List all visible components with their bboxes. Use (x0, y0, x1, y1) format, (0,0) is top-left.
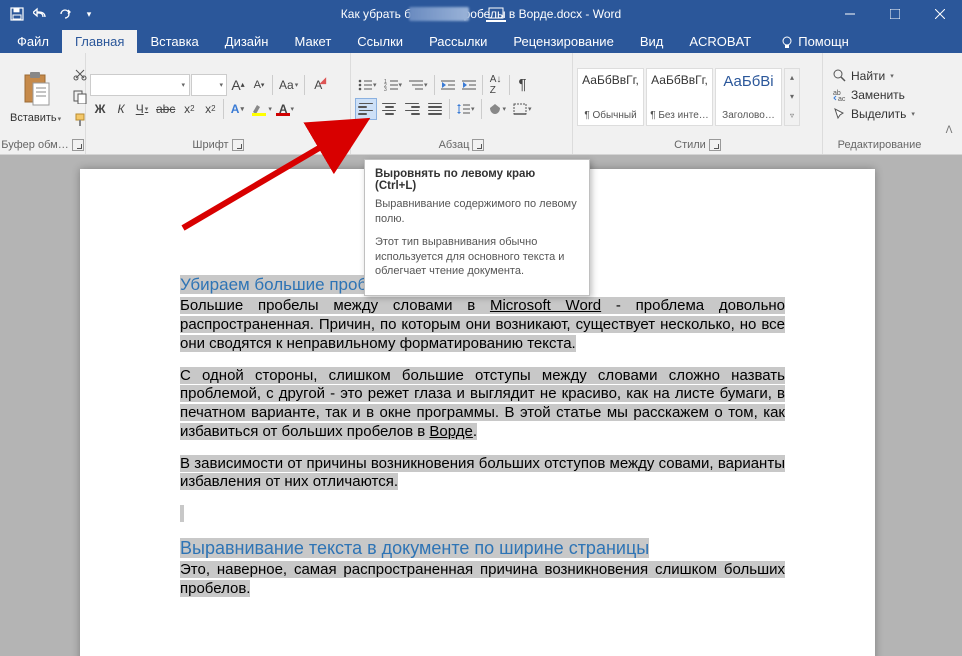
tab-design[interactable]: Дизайн (212, 30, 282, 53)
shading-icon[interactable]: ▾ (485, 98, 510, 120)
paragraph-launcher[interactable] (472, 139, 484, 151)
group-styles: АаБбВвГг,¶ Обычный АаБбВвГг,¶ Без инте… … (573, 53, 823, 154)
tab-review[interactable]: Рецензирование (500, 30, 626, 53)
italic-icon[interactable]: К (111, 98, 131, 120)
tell-me-label: Помощн (798, 34, 849, 49)
style-no-spacing[interactable]: АаБбВвГг,¶ Без инте… (646, 68, 713, 126)
shrink-font-icon[interactable]: A▾ (249, 74, 269, 96)
borders-icon[interactable]: ▾ (510, 98, 535, 120)
superscript-icon[interactable]: x2 (200, 98, 220, 120)
save-icon[interactable] (6, 3, 28, 25)
redo-icon[interactable] (54, 3, 76, 25)
align-right-icon[interactable] (401, 98, 423, 120)
tab-acrobat[interactable]: ACROBAT (676, 30, 764, 53)
sort-icon[interactable]: A↓Z (486, 74, 506, 96)
group-paragraph: ▾ 123▾ ▾ A↓Z ¶ ▾ (351, 53, 573, 154)
replace-button[interactable]: abacЗаменить (829, 86, 919, 104)
paragraph-3: В зависимости от причины возникновения б… (180, 455, 785, 491)
group-label-paragraph: Абзац (439, 139, 470, 151)
heading-2: Выравнивание текста в документе по ширин… (180, 538, 649, 558)
subscript-icon[interactable]: x2 (179, 98, 199, 120)
clipboard-launcher[interactable] (72, 139, 84, 151)
tooltip-text-2: Этот тип выравнивания обычно используетс… (375, 235, 579, 280)
select-button[interactable]: Выделить▾ (829, 105, 919, 123)
account-area[interactable] (409, 7, 469, 21)
grow-font-icon[interactable]: A▴ (228, 74, 248, 96)
tab-file[interactable]: Файл (4, 30, 62, 53)
quick-access-toolbar: ▾ (0, 3, 106, 25)
titlebar: ▾ Как убрать большие пробелы в Ворде.doc… (0, 0, 962, 28)
tooltip-text-1: Выравнивание содержимого по левому полю. (375, 197, 579, 227)
change-case-icon[interactable]: Aa▾ (276, 74, 301, 96)
tab-insert[interactable]: Вставка (137, 30, 211, 53)
window-controls (827, 0, 962, 28)
ribbon-tabs: Файл Главная Вставка Дизайн Макет Ссылки… (0, 28, 962, 53)
ribbon: Вставить▾ Буфер обм… ▾ ▾ A▴ A▾ Aa▾ (0, 53, 962, 155)
style-normal[interactable]: АаБбВвГг,¶ Обычный (577, 68, 644, 126)
underline-icon[interactable]: Ч▾ (132, 98, 152, 120)
styles-launcher[interactable] (709, 139, 721, 151)
bold-icon[interactable]: Ж (90, 98, 110, 120)
line-spacing-icon[interactable]: ▾ (453, 98, 478, 120)
qat-customize-icon[interactable]: ▾ (78, 3, 100, 25)
tab-mailings[interactable]: Рассылки (416, 30, 500, 53)
group-editing: Найти▾ abacЗаменить Выделить▾ Редактиров… (823, 53, 936, 154)
show-marks-icon[interactable]: ¶ (513, 74, 533, 96)
svg-text:ac: ac (838, 96, 846, 102)
font-color-icon[interactable]: A▾ (276, 98, 297, 120)
group-clipboard: Вставить▾ Буфер обм… (0, 53, 86, 154)
tab-references[interactable]: Ссылки (344, 30, 416, 53)
highlight-icon[interactable]: ▾ (248, 98, 275, 120)
text-effects-icon[interactable]: A▾ (227, 98, 247, 120)
maximize-button[interactable] (872, 0, 917, 28)
decrease-indent-icon[interactable] (438, 74, 458, 96)
lightbulb-icon (780, 35, 794, 49)
group-font: ▾ ▾ A▴ A▾ Aa▾ A◢ Ж К Ч▾ abc x2 x2 (86, 53, 351, 154)
clear-formatting-icon[interactable]: A◢ (308, 74, 328, 96)
paragraph-1: Большие пробелы между словами в Microsof… (180, 297, 785, 352)
paragraph-4: Это, наверное, самая распространенная пр… (180, 561, 785, 597)
align-left-icon[interactable] (355, 98, 377, 120)
paste-label: Вставить (10, 112, 57, 124)
increase-indent-icon[interactable] (459, 74, 479, 96)
font-name-combo[interactable]: ▾ (90, 74, 190, 96)
group-label-clipboard: Буфер обм… (1, 139, 68, 151)
find-button[interactable]: Найти▾ (829, 67, 919, 85)
close-button[interactable] (917, 0, 962, 28)
justify-icon[interactable] (424, 98, 446, 120)
minimize-button[interactable] (827, 0, 872, 28)
tell-me-search[interactable]: Помощн (772, 30, 857, 53)
tab-home[interactable]: Главная (62, 30, 137, 53)
undo-icon[interactable] (30, 3, 52, 25)
select-icon (833, 107, 847, 121)
font-launcher[interactable] (232, 139, 244, 151)
paste-icon (18, 68, 54, 110)
bullets-icon[interactable]: ▾ (355, 74, 380, 96)
search-icon (833, 69, 847, 83)
heading-1: Убираем большие проб (180, 275, 367, 294)
collapse-ribbon-icon[interactable]: ᐱ (936, 53, 962, 154)
group-label-styles: Стили (674, 139, 706, 151)
group-label-font: Шрифт (192, 139, 228, 151)
tab-view[interactable]: Вид (627, 30, 677, 53)
svg-text:3: 3 (384, 87, 387, 91)
tooltip-title: Выровнять по левому краю (Ctrl+L) (375, 168, 579, 192)
paste-button[interactable]: Вставить▾ (4, 66, 67, 126)
styles-gallery-more[interactable]: ▴▾▿ (784, 68, 800, 126)
align-center-icon[interactable] (378, 98, 400, 120)
multilevel-list-icon[interactable]: ▾ (406, 74, 431, 96)
numbering-icon[interactable]: 123▾ (381, 74, 406, 96)
strikethrough-icon[interactable]: abc (153, 98, 178, 120)
tab-layout[interactable]: Макет (281, 30, 344, 53)
group-label-editing: Редактирование (838, 139, 922, 151)
tooltip-align-left: Выровнять по левому краю (Ctrl+L) Выравн… (364, 159, 590, 296)
style-heading1[interactable]: АаБбВіЗаголово… (715, 68, 782, 126)
replace-icon: abac (833, 88, 847, 102)
paragraph-2: С одной стороны, слишком большие отступы… (180, 367, 785, 440)
font-size-combo[interactable]: ▾ (191, 74, 227, 96)
window-title: Как убрать большие пробелы в Ворде.docx … (341, 7, 621, 21)
